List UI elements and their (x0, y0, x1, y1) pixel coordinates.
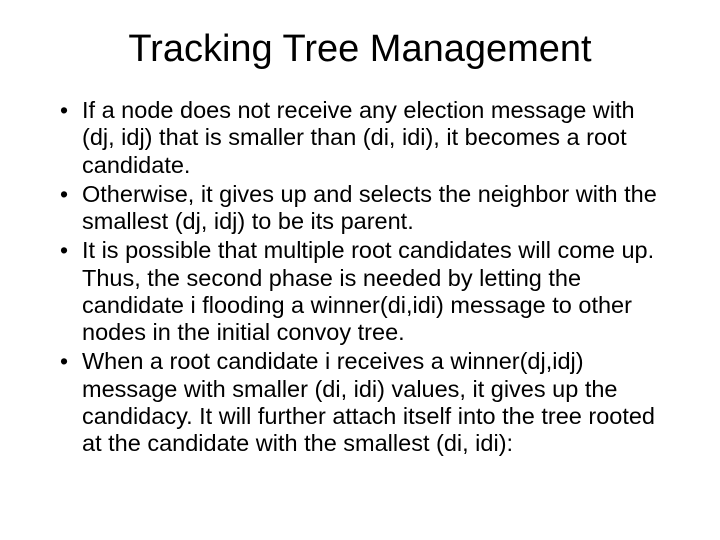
list-item: If a node does not receive any election … (56, 97, 670, 179)
bullet-list: If a node does not receive any election … (56, 97, 670, 457)
list-item: When a root candidate i receives a winne… (56, 348, 670, 457)
list-item: Otherwise, it gives up and selects the n… (56, 181, 670, 236)
slide: Tracking Tree Management If a node does … (0, 0, 720, 540)
list-item: It is possible that multiple root candid… (56, 237, 670, 346)
slide-title: Tracking Tree Management (50, 28, 670, 71)
